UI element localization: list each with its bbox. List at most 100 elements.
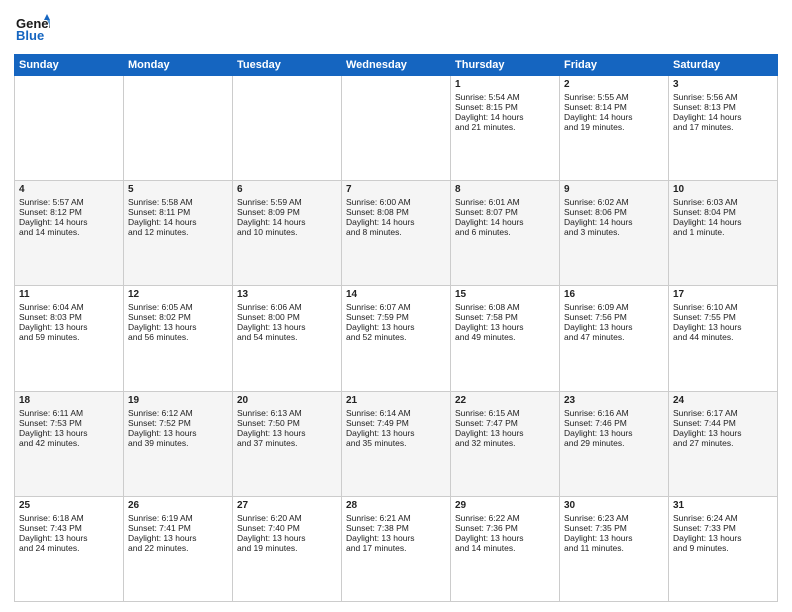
calendar-day-header: Friday	[560, 55, 669, 76]
day-detail: Sunset: 8:12 PM	[19, 207, 119, 217]
day-number: 21	[346, 395, 446, 406]
day-number: 9	[564, 184, 664, 195]
day-detail: Daylight: 14 hours	[346, 217, 446, 227]
day-number: 5	[128, 184, 228, 195]
day-detail: and 19 minutes.	[237, 543, 337, 553]
calendar-week-row: 4 Sunrise: 5:57 AMSunset: 8:12 PM Daylight…	[15, 181, 778, 286]
day-detail: and 14 minutes.	[19, 227, 119, 237]
day-detail: Sunset: 8:00 PM	[237, 312, 337, 322]
day-number: 14	[346, 289, 446, 300]
day-number: 22	[455, 395, 555, 406]
day-detail: Sunrise: 6:15 AM	[455, 408, 555, 418]
day-detail: Sunrise: 6:04 AM	[19, 302, 119, 312]
calendar-cell: 25Sunrise: 6:18 AMSunset: 7:43 PMDayligh…	[15, 496, 124, 601]
day-detail: Sunset: 8:09 PM	[237, 207, 337, 217]
day-detail: Daylight: 14 hours	[128, 217, 228, 227]
calendar-day-header: Wednesday	[342, 55, 451, 76]
calendar-cell: 31Sunrise: 6:24 AMSunset: 7:33 PMDayligh…	[669, 496, 778, 601]
day-detail: and 1 minute.	[673, 227, 773, 237]
day-detail: Daylight: 13 hours	[673, 322, 773, 332]
calendar-cell: 13 Sunrise: 6:06 AMSunset: 8:00 PMDayligh…	[233, 286, 342, 391]
day-detail: and 8 minutes.	[346, 227, 446, 237]
day-detail: Sunrise: 6:00 AM	[346, 197, 446, 207]
calendar-cell: 23Sunrise: 6:16 AMSunset: 7:46 PMDayligh…	[560, 391, 669, 496]
calendar-cell: 4Sunrise: 5:57 AMSunset: 8:12 PMDaylight…	[15, 181, 124, 286]
day-detail: Sunrise: 6:11 AM	[19, 408, 119, 418]
day-detail: Sunset: 7:40 PM	[237, 523, 337, 533]
calendar-cell: 1Sunrise: 5:54 AMSunset: 8:15 PMDaylight…	[451, 76, 560, 181]
day-detail: Sunset: 7:43 PM	[19, 523, 119, 533]
day-detail: and 19 minutes.	[564, 122, 664, 132]
day-detail: Sunrise: 6:17 AM	[673, 408, 773, 418]
day-number: 16	[564, 289, 664, 300]
day-detail: Daylight: 14 hours	[673, 217, 773, 227]
calendar-table: SundayMondayTuesdayWednesdayThursdayFrid…	[14, 54, 778, 602]
day-detail: Daylight: 14 hours	[455, 217, 555, 227]
day-detail: Sunrise: 5:55 AM	[564, 92, 664, 102]
day-detail: Daylight: 14 hours	[564, 217, 664, 227]
day-number: 17	[673, 289, 773, 300]
day-detail: Sunset: 7:58 PM	[455, 312, 555, 322]
calendar-cell	[124, 76, 233, 181]
day-detail: Sunset: 8:11 PM	[128, 207, 228, 217]
day-detail: Sunset: 8:03 PM	[19, 312, 119, 322]
day-detail: Daylight: 13 hours	[673, 428, 773, 438]
day-number: 15	[455, 289, 555, 300]
calendar-week-row: 25Sunrise: 6:18 AMSunset: 7:43 PMDayligh…	[15, 496, 778, 601]
page: General Blue SundayMondayTuesdayWednesda…	[0, 0, 792, 612]
day-number: 28	[346, 500, 446, 511]
day-detail: Daylight: 14 hours	[455, 112, 555, 122]
calendar-cell	[233, 76, 342, 181]
day-detail: Sunrise: 5:57 AM	[19, 197, 119, 207]
header: General Blue	[14, 10, 778, 46]
day-detail: and 12 minutes.	[128, 227, 228, 237]
day-detail: Sunset: 8:15 PM	[455, 102, 555, 112]
calendar-cell: 30Sunrise: 6:23 AMSunset: 7:35 PMDayligh…	[560, 496, 669, 601]
day-detail: Sunrise: 6:16 AM	[564, 408, 664, 418]
calendar-cell: 29Sunrise: 6:22 AMSunset: 7:36 PMDayligh…	[451, 496, 560, 601]
calendar-cell: 28Sunrise: 6:21 AMSunset: 7:38 PMDayligh…	[342, 496, 451, 601]
day-detail: Daylight: 13 hours	[19, 533, 119, 543]
day-detail: Sunrise: 6:14 AM	[346, 408, 446, 418]
day-number: 13	[237, 289, 337, 300]
day-detail: Sunrise: 6:24 AM	[673, 513, 773, 523]
day-number: 3	[673, 79, 773, 90]
day-detail: Daylight: 13 hours	[346, 322, 446, 332]
day-detail: Daylight: 13 hours	[455, 322, 555, 332]
day-detail: and 35 minutes.	[346, 438, 446, 448]
day-detail: Daylight: 13 hours	[128, 533, 228, 543]
day-detail: Sunset: 7:49 PM	[346, 418, 446, 428]
calendar-cell: 20Sunrise: 6:13 AMSunset: 7:50 PMDayligh…	[233, 391, 342, 496]
calendar-cell: 5Sunrise: 5:58 AMSunset: 8:11 PMDaylight…	[124, 181, 233, 286]
day-detail: Sunset: 7:53 PM	[19, 418, 119, 428]
day-detail: Sunset: 8:06 PM	[564, 207, 664, 217]
day-number: 2	[564, 79, 664, 90]
calendar-day-header: Saturday	[669, 55, 778, 76]
day-detail: Sunrise: 6:02 AM	[564, 197, 664, 207]
day-detail: Daylight: 13 hours	[237, 322, 337, 332]
calendar-cell: 6Sunrise: 5:59 AMSunset: 8:09 PMDaylight…	[233, 181, 342, 286]
day-detail: and 47 minutes.	[564, 332, 664, 342]
calendar-week-row: 1Sunrise: 5:54 AMSunset: 8:15 PMDaylight…	[15, 76, 778, 181]
day-detail: and 54 minutes.	[237, 332, 337, 342]
calendar-day-header: Tuesday	[233, 55, 342, 76]
day-detail: Sunrise: 6:20 AM	[237, 513, 337, 523]
day-number: 30	[564, 500, 664, 511]
day-detail: Daylight: 13 hours	[19, 428, 119, 438]
day-detail: Sunset: 7:50 PM	[237, 418, 337, 428]
day-number: 1	[455, 79, 555, 90]
svg-text:Blue: Blue	[16, 28, 44, 43]
calendar-cell: 9 Sunrise: 6:02 AMSunset: 8:06 PMDaylight…	[560, 181, 669, 286]
day-number: 23	[564, 395, 664, 406]
day-detail: and 27 minutes.	[673, 438, 773, 448]
day-number: 4	[19, 184, 119, 195]
day-number: 31	[673, 500, 773, 511]
calendar-header-row: SundayMondayTuesdayWednesdayThursdayFrid…	[15, 55, 778, 76]
day-detail: Sunrise: 6:18 AM	[19, 513, 119, 523]
day-detail: Sunset: 8:04 PM	[673, 207, 773, 217]
day-detail: Sunrise: 6:06 AM	[237, 302, 337, 312]
day-detail: and 21 minutes.	[455, 122, 555, 132]
day-detail: Daylight: 13 hours	[346, 533, 446, 543]
day-detail: and 56 minutes.	[128, 332, 228, 342]
calendar-cell	[342, 76, 451, 181]
